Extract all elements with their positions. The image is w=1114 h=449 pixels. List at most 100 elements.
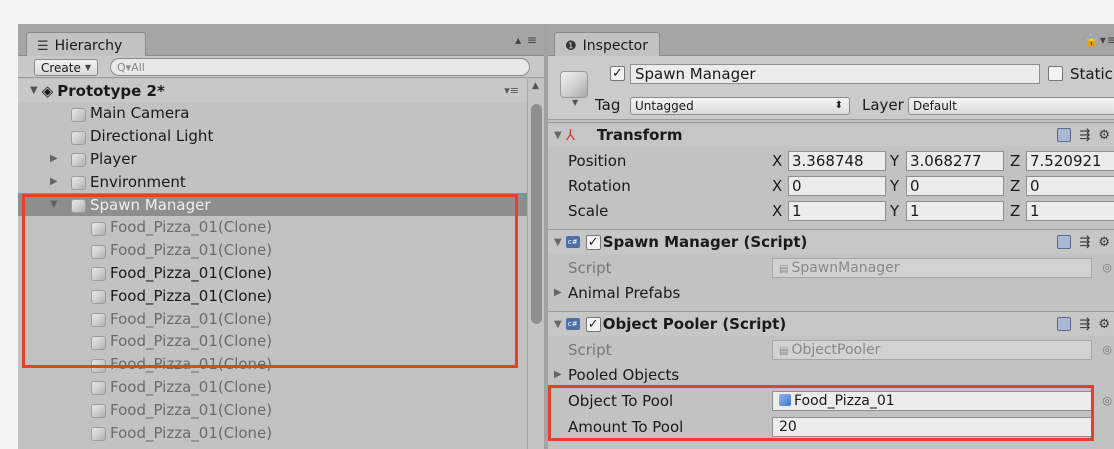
scale-z-field[interactable]: 1 <box>1026 200 1114 221</box>
gameobject-cube-icon <box>70 151 86 168</box>
panel-menu-icon[interactable]: ▴ ≡ <box>515 33 538 47</box>
fold-open-icon[interactable]: ▼ <box>50 199 58 210</box>
fold-open-icon[interactable]: ▼ <box>554 130 562 141</box>
position-z-field[interactable]: 7.520921 <box>1026 150 1114 171</box>
hierarchy-item[interactable]: ▶ Environment <box>18 170 527 193</box>
hierarchy-item[interactable]: Main Camera <box>18 102 527 125</box>
hierarchy-child-item[interactable]: Food_Pizza_01(Clone) <box>18 307 527 330</box>
spawn-manager-header[interactable]: ▼ c# ✓ Spawn Manager (Script) ⇶ ⚙ <box>548 229 1114 254</box>
axis-z-label[interactable]: Z <box>1010 152 1020 170</box>
tag-label: Tag <box>595 96 621 114</box>
rotation-y-field[interactable]: 0 <box>906 175 1004 196</box>
scale-x-field[interactable]: 1 <box>788 200 886 221</box>
position-x-field[interactable]: 3.368748 <box>788 150 886 171</box>
axis-z-label[interactable]: Z <box>1010 202 1020 220</box>
gameobject-header: ▼ ✓ Spawn Manager Static Tag Untagged ⬍ … <box>548 56 1114 120</box>
preset-icon[interactable]: ⇶ <box>1079 317 1090 332</box>
script-file-icon: ▤ <box>779 263 789 275</box>
create-button[interactable]: Create ▼ <box>34 59 99 76</box>
object-pooler-title: Object Pooler (Script) <box>602 315 787 333</box>
axis-x-label[interactable]: X <box>772 202 782 220</box>
scale-row: Scale X 1 Y 1 Z 1 <box>548 198 1114 223</box>
axis-z-label[interactable]: Z <box>1010 177 1020 195</box>
animal-prefabs-row[interactable]: ▶ Animal Prefabs <box>548 280 1114 305</box>
tag-dropdown[interactable]: Untagged ⬍ <box>630 97 850 115</box>
hierarchy-child-item[interactable]: Food_Pizza_01(Clone) <box>18 284 527 307</box>
hierarchy-child-item[interactable]: Food_Pizza_01(Clone) <box>18 262 527 285</box>
create-button-label: Create <box>41 60 81 75</box>
tab-hierarchy[interactable]: ☰ Hierarchy <box>26 32 146 57</box>
fold-open-icon[interactable]: ▼ <box>554 319 562 330</box>
layer-dropdown[interactable]: Default <box>908 97 1114 115</box>
help-book-icon[interactable] <box>1057 234 1072 249</box>
axis-y-label[interactable]: Y <box>890 177 899 195</box>
object-to-pool-field[interactable]: Food_Pizza_01 <box>772 390 1092 411</box>
gameobject-name-field[interactable]: Spawn Manager <box>630 64 1040 84</box>
transform-header[interactable]: ▼ ⅄ Transform ⇶ ⚙ <box>548 122 1114 147</box>
hierarchy-item[interactable]: Directional Light <box>18 125 527 148</box>
hierarchy-child-item[interactable]: Food_Pizza_01(Clone) <box>18 330 527 353</box>
inspector-tab-bar: ❶ Inspector 🔒▾≡ <box>548 24 1114 57</box>
pooled-objects-row[interactable]: ▶ Pooled Objects <box>548 362 1114 387</box>
fold-open-icon[interactable]: ▼ <box>30 85 38 96</box>
gameobject-cube-icon[interactable]: ▼ <box>558 68 590 107</box>
object-pooler-enabled-checkbox[interactable]: ✓ <box>585 316 601 332</box>
gameobject-cube-icon <box>90 311 106 328</box>
object-picker-icon[interactable]: ◎ <box>1102 394 1112 407</box>
hierarchy-tree: Main Camera Directional Light ▶ Player ▶ Envi… <box>18 102 527 444</box>
axis-x-label[interactable]: X <box>772 152 782 170</box>
scroll-up-icon[interactable]: ▲ <box>532 81 539 91</box>
amount-to-pool-field[interactable]: 20 <box>772 416 1092 437</box>
gameobject-cube-icon <box>90 288 106 305</box>
fold-closed-icon[interactable]: ▶ <box>50 176 58 187</box>
spawn-manager-enabled-checkbox[interactable]: ✓ <box>585 234 601 250</box>
hierarchy-item-label: Main Camera <box>90 104 190 123</box>
component-header-icons: ⇶ ⚙ <box>1057 127 1110 143</box>
preset-icon[interactable]: ⇶ <box>1079 128 1090 143</box>
help-book-icon[interactable] <box>1057 127 1072 142</box>
gear-icon[interactable]: ⚙ <box>1098 128 1110 143</box>
gameobject-cube-icon <box>70 197 86 214</box>
axis-x-label[interactable]: X <box>772 177 782 195</box>
axis-y-label[interactable]: Y <box>890 152 899 170</box>
gear-icon[interactable]: ⚙ <box>1098 235 1110 250</box>
fold-closed-icon[interactable]: ▶ <box>50 153 58 164</box>
hierarchy-child-item[interactable]: Food_Pizza_01(Clone) <box>18 376 527 399</box>
object-picker-icon[interactable]: ◎ <box>1102 261 1112 274</box>
scale-y-field[interactable]: 1 <box>906 200 1004 221</box>
static-checkbox[interactable] <box>1048 66 1063 81</box>
help-book-icon[interactable] <box>1057 316 1072 331</box>
hierarchy-item[interactable]: ▼ Spawn Manager <box>18 193 527 216</box>
hierarchy-child-item[interactable]: Food_Pizza_01(Clone) <box>18 216 527 239</box>
amount-to-pool-row: Amount To Pool 20 <box>548 414 1114 439</box>
hierarchy-child-item[interactable]: Food_Pizza_01(Clone) <box>18 239 527 262</box>
fold-closed-icon[interactable]: ▶ <box>554 369 562 380</box>
object-picker-icon[interactable]: ◎ <box>1102 343 1112 356</box>
inspector-menu-icon[interactable]: 🔒▾≡ <box>1084 33 1114 47</box>
hierarchy-item[interactable]: ▶ Player <box>18 148 527 171</box>
rotation-z-field[interactable]: 0 <box>1026 175 1114 196</box>
axis-y-label[interactable]: Y <box>890 202 899 220</box>
rotation-x-field[interactable]: 0 <box>788 175 886 196</box>
object-pooler-script-row: Script ▤ ObjectPooler ◎ <box>548 337 1114 362</box>
scene-root-row[interactable]: ▼ ◈ Prototype 2* ▾≡ <box>18 79 527 102</box>
transform-axes-icon: ⅄ <box>565 126 575 144</box>
hierarchy-child-item[interactable]: Food_Pizza_01(Clone) <box>18 421 527 444</box>
hierarchy-search-input[interactable]: Q▾All <box>110 58 530 76</box>
preset-icon[interactable]: ⇶ <box>1079 235 1090 250</box>
scene-menu-icon[interactable]: ▾≡ <box>504 84 519 97</box>
fold-open-icon[interactable]: ▼ <box>554 237 562 248</box>
position-y-field[interactable]: 3.068277 <box>906 150 1004 171</box>
scrollbar-thumb[interactable] <box>531 104 542 324</box>
hierarchy-child-item[interactable]: Food_Pizza_01(Clone) <box>18 353 527 376</box>
object-pooler-header[interactable]: ▼ c# ✓ Object Pooler (Script) ⇶ ⚙ <box>548 311 1114 336</box>
hierarchy-item-label: Food_Pizza_01(Clone) <box>110 400 273 419</box>
hierarchy-scrollbar[interactable]: ▲ <box>527 79 544 449</box>
tab-inspector[interactable]: ❶ Inspector <box>554 32 660 57</box>
active-checkbox[interactable]: ✓ <box>610 66 625 81</box>
gear-icon[interactable]: ⚙ <box>1098 317 1110 332</box>
static-label: Static <box>1070 65 1113 83</box>
list-icon: ☰ <box>37 38 49 54</box>
hierarchy-child-item[interactable]: Food_Pizza_01(Clone) <box>18 398 527 421</box>
fold-closed-icon[interactable]: ▶ <box>554 287 562 298</box>
